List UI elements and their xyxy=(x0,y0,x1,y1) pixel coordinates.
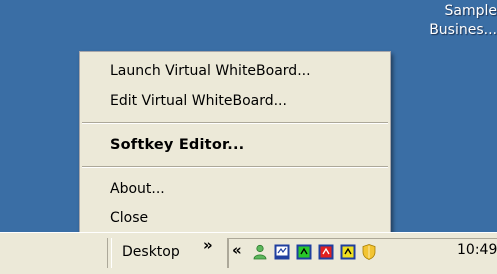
menu-item-about[interactable]: About... xyxy=(80,177,390,201)
softkey-red-icon[interactable] xyxy=(318,244,334,260)
shield-icon[interactable] xyxy=(362,244,376,260)
menu-item-launch-whiteboard[interactable]: Launch Virtual WhiteBoard... xyxy=(80,59,390,83)
tray-context-menu: Launch Virtual WhiteBoard... Edit Virtua… xyxy=(79,51,391,238)
menu-item-label: Edit Virtual WhiteBoard... xyxy=(110,89,287,113)
menu-item-softkey-editor[interactable]: Softkey Editor... xyxy=(80,133,390,157)
taskbar-clock[interactable]: 10:49 xyxy=(457,242,497,258)
taskbar: Desktop » « xyxy=(0,232,497,274)
menu-item-label: About... xyxy=(110,177,165,201)
desktop-icon-label-sample[interactable]: Sample xyxy=(445,3,497,19)
menu-separator xyxy=(82,122,388,124)
softkey-green-icon[interactable] xyxy=(296,244,312,260)
menu-item-close[interactable]: Close xyxy=(80,206,390,230)
notification-area: « xyxy=(227,238,497,268)
menu-item-edit-whiteboard[interactable]: Edit Virtual WhiteBoard... xyxy=(80,89,390,113)
tray-collapse-chevron-icon[interactable]: « xyxy=(232,241,242,259)
menu-item-label: Close xyxy=(110,206,148,230)
whiteboard-icon[interactable] xyxy=(274,244,290,260)
messenger-user-icon[interactable] xyxy=(252,244,268,260)
desktop-toolbar-label: Desktop xyxy=(122,234,180,270)
menu-item-label: Softkey Editor... xyxy=(110,133,244,157)
menu-item-label: Launch Virtual WhiteBoard... xyxy=(110,59,311,83)
desktop-icon-label-business[interactable]: Busines... xyxy=(429,22,497,38)
toolbar-grip[interactable] xyxy=(107,238,112,268)
menu-separator xyxy=(82,166,388,168)
toolbar-expand-chevron-icon[interactable]: » xyxy=(203,236,213,254)
softkey-yellow-icon[interactable] xyxy=(340,244,356,260)
